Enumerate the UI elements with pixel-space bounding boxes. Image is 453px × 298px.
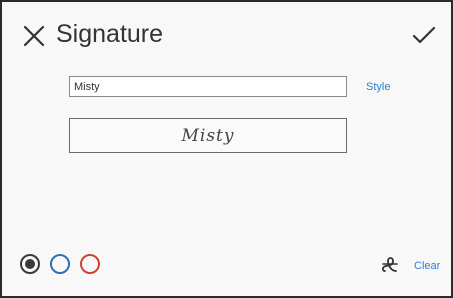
color-red-radio[interactable] xyxy=(80,254,100,274)
signature-preview: Misty xyxy=(69,118,347,153)
checkmark-icon[interactable] xyxy=(411,24,437,46)
style-link[interactable]: Style xyxy=(366,81,390,93)
color-blue-radio[interactable] xyxy=(50,254,70,274)
handwriting-font-icon[interactable] xyxy=(379,253,401,275)
signature-preview-text: Misty xyxy=(181,125,235,146)
dialog-title: Signature xyxy=(56,20,164,48)
signature-dialog: Signature Style Misty Clear xyxy=(0,0,453,298)
color-black-radio[interactable] xyxy=(20,254,40,274)
clear-link[interactable]: Clear xyxy=(414,260,440,272)
signature-name-input[interactable] xyxy=(69,76,347,97)
close-icon[interactable] xyxy=(22,24,46,48)
